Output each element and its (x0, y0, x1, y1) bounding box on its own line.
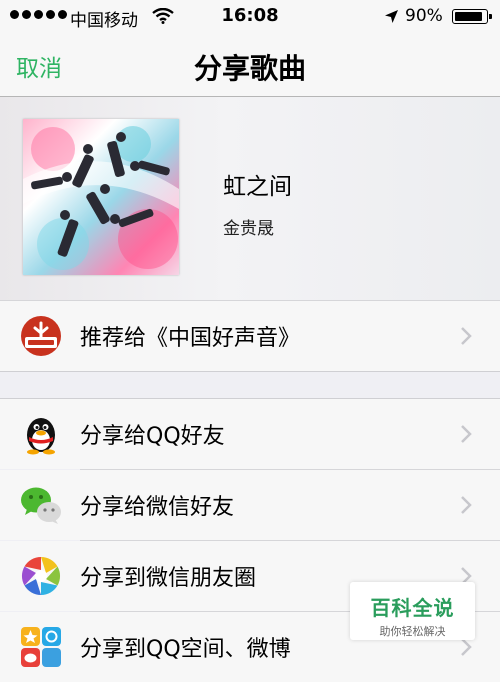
qzone-weibo-icon (21, 627, 61, 667)
chevron-right-icon (461, 496, 472, 514)
location-arrow-icon (385, 10, 398, 23)
chevron-right-icon (461, 327, 472, 345)
watermark-badge: 百科全说 助你轻松解决 (350, 582, 475, 640)
chevron-right-icon (461, 425, 472, 443)
share-item-label: 分享到微信朋友圈 (80, 566, 257, 591)
song-info-header: 虹之间 金贵晟 (0, 97, 500, 301)
song-artist: 金贵晟 (223, 219, 274, 239)
moments-icon (21, 556, 61, 596)
share-item-label: 分享到QQ空间、微博 (80, 637, 291, 662)
wechat-icon (21, 487, 61, 524)
watermark-subtitle: 助你轻松解决 (379, 625, 446, 638)
status-bar: 中国移动 16:08 90% (0, 0, 500, 34)
song-title: 虹之间 (223, 174, 292, 200)
qq-penguin-icon (27, 418, 55, 455)
share-qq-friend-row[interactable]: 分享给QQ好友 (0, 399, 500, 469)
page-title: 分享歌曲 (193, 52, 306, 85)
battery-percent: 90% (405, 6, 443, 26)
navigation-bar: 取消 分享歌曲 (0, 34, 500, 97)
share-item-label: 分享给QQ好友 (80, 424, 225, 449)
voice-of-china-icon (21, 316, 61, 356)
album-cover-image (23, 119, 179, 275)
recommend-voice-row[interactable]: 推荐给《中国好声音》 (0, 301, 500, 371)
share-item-label: 分享给微信好友 (80, 495, 235, 520)
recommend-label: 推荐给《中国好声音》 (80, 326, 301, 351)
chevron-right-icon (461, 638, 472, 656)
divider (0, 371, 500, 372)
watermark-title: 百科全说 (370, 596, 455, 620)
battery-icon (452, 9, 492, 24)
share-wechat-friend-row[interactable]: 分享给微信好友 (0, 470, 500, 540)
